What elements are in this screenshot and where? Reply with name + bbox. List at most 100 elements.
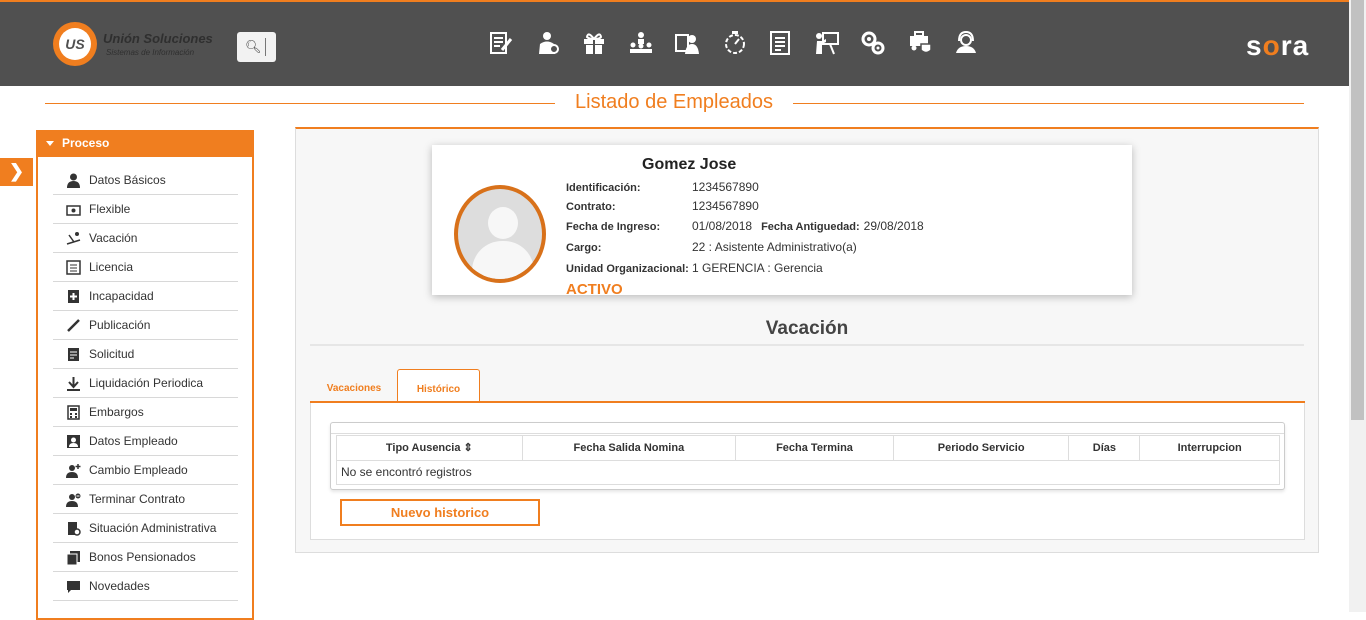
sidebar-item-flexible[interactable]: Flexible: [53, 195, 238, 224]
column-header-interrupcion[interactable]: Interrupcion: [1140, 436, 1279, 460]
table-header-row: Tipo Ausencia ⇕ Fecha Salida Nomina Fech…: [336, 435, 1280, 461]
brand-text-right: ra: [1280, 30, 1310, 61]
ambulance-shield-icon[interactable]: [907, 30, 933, 56]
pen-icon: [67, 319, 80, 332]
search-icon: 🔍︎: [245, 39, 262, 54]
presentation-icon[interactable]: [814, 30, 840, 56]
top-bar: US Unión Soluciones Sistemas de Informac…: [0, 0, 1349, 86]
download-icon: [67, 377, 80, 391]
logo-name: Unión Soluciones: [103, 31, 213, 46]
column-header-fecha-termina[interactable]: Fecha Termina: [736, 436, 894, 460]
sidebar-item-incapacidad[interactable]: Incapacidad: [53, 282, 238, 311]
cargo-value: 22 : Asistente Administrativo(a): [692, 240, 857, 254]
report-list-icon[interactable]: [767, 30, 793, 56]
sidebar-item-label: Situación Administrativa: [89, 521, 217, 535]
avatar-body: [472, 241, 534, 279]
sidebar-item-embargos[interactable]: Embargos: [53, 398, 238, 427]
new-historico-button[interactable]: Nuevo historico: [340, 499, 540, 526]
table-empty-message: No se encontró registros: [336, 461, 1280, 485]
column-header-tipo-ausencia[interactable]: Tipo Ausencia ⇕: [337, 436, 523, 460]
page-title: Listado de Empleados: [555, 91, 793, 114]
sidebar-item-label: Datos Básicos: [89, 173, 166, 187]
list-icon: [66, 260, 81, 275]
id-card-person-icon[interactable]: [674, 30, 700, 56]
logo-mark: US: [53, 22, 97, 66]
info-contrato: Contrato: 1234567890: [566, 199, 759, 213]
contact-icon: [67, 435, 80, 448]
sidebar-item-solicitud[interactable]: Solicitud: [53, 340, 238, 369]
contrato-value: 1234567890: [692, 199, 759, 213]
org-hierarchy-icon[interactable]: [628, 30, 654, 56]
process-sidebar: Proceso Datos Básicos Flexible Vacación …: [36, 130, 254, 620]
sidebar-item-situacion-administrativa[interactable]: Situación Administrativa: [53, 514, 238, 543]
antiguedad-value: 29/08/2018: [863, 219, 924, 233]
unidad-value: 1 GERENCIA : Gerencia: [692, 261, 823, 275]
gift-icon[interactable]: [581, 30, 607, 56]
sidebar-header-label: Proceso: [62, 136, 110, 150]
stopwatch-icon[interactable]: [721, 30, 747, 56]
sidebar-header[interactable]: Proceso: [36, 130, 254, 157]
historico-panel: Tipo Ausencia ⇕ Fecha Salida Nomina Fech…: [310, 403, 1305, 540]
search-button[interactable]: 🔍︎: [237, 32, 276, 62]
section-divider: [310, 344, 1304, 346]
sidebar-item-publicacion[interactable]: Publicación: [53, 311, 238, 340]
sidebar-item-label: Publicación: [89, 318, 151, 332]
sidebar-item-datos-empleado[interactable]: Datos Empleado: [53, 427, 238, 456]
column-header-periodo-servicio[interactable]: Periodo Servicio: [894, 436, 1070, 460]
document-gear-icon: [68, 522, 81, 536]
sora-brand-logo[interactable]: sora: [1246, 30, 1309, 62]
company-logo[interactable]: US Unión Soluciones Sistemas de Informac…: [53, 22, 223, 68]
sidebar-item-label: Liquidación Periodica: [89, 376, 204, 390]
sidebar-item-bonos-pensionados[interactable]: Bonos Pensionados: [53, 543, 238, 572]
title-divider-right: [793, 103, 1304, 104]
tab-vacaciones[interactable]: Vacaciones: [320, 369, 388, 403]
sort-icon[interactable]: ⇕: [464, 442, 473, 454]
user-support-icon[interactable]: [953, 30, 979, 56]
info-identificacion: Identificación: 1234567890: [566, 180, 759, 194]
info-unidad: Unidad Organizacional: 1 GERENCIA : Geren…: [566, 261, 823, 275]
user-remove-icon: [66, 493, 81, 507]
section-title: Vacación: [765, 318, 849, 339]
brand-text-accent: o: [1262, 30, 1281, 61]
chevron-right-icon: ❯: [9, 161, 25, 181]
contrato-label: Contrato:: [566, 201, 616, 213]
historico-table: Tipo Ausencia ⇕ Fecha Salida Nomina Fech…: [330, 422, 1285, 490]
module-nav: [488, 30, 1000, 60]
sidebar-item-label: Solicitud: [89, 347, 135, 361]
gears-icon[interactable]: [860, 30, 886, 56]
person-money-icon[interactable]: [535, 30, 561, 56]
page-scrollbar[interactable]: [1349, 0, 1366, 612]
sidebar-item-label: Bonos Pensionados: [89, 550, 196, 564]
column-header-dias[interactable]: Días: [1069, 436, 1141, 460]
sidebar-item-novedades[interactable]: Novedades: [53, 572, 238, 601]
tab-historico[interactable]: Histórico: [397, 369, 480, 403]
unidad-label: Unidad Organizacional:: [566, 263, 689, 275]
form-icon: [68, 348, 79, 361]
user-add-icon: [66, 464, 81, 478]
sidebar-item-licencia[interactable]: Licencia: [53, 253, 238, 282]
copy-icon: [66, 551, 80, 565]
logo-mark-text: US: [59, 28, 91, 60]
brand-text-left: s: [1246, 30, 1263, 61]
identificacion-value: 1234567890: [692, 180, 759, 194]
calculator-icon: [67, 405, 80, 420]
sidebar-item-label: Flexible: [89, 202, 131, 216]
sidebar-item-cambio-empleado[interactable]: Cambio Empleado: [53, 456, 238, 485]
logo-subtitle: Sistemas de Información: [106, 48, 195, 57]
medical-book-icon: [68, 290, 79, 303]
sidebar-item-liquidacion-periodica[interactable]: Liquidación Periodica: [53, 369, 238, 398]
sidebar-item-vacacion[interactable]: Vacación: [53, 224, 238, 253]
employee-name: Gomez Jose: [642, 156, 737, 173]
sidebar-item-datos-basicos[interactable]: Datos Básicos: [53, 166, 238, 195]
ingreso-value: 01/08/2018: [692, 219, 753, 233]
edit-document-icon[interactable]: [488, 30, 514, 56]
table-toolbar: [331, 423, 1284, 434]
scrollbar-thumb[interactable]: [1351, 0, 1364, 420]
sidebar-item-terminar-contrato[interactable]: Terminar Contrato: [53, 485, 238, 514]
sidebar-toggle-button[interactable]: ❯: [0, 158, 33, 186]
money-icon: [66, 205, 81, 216]
chat-icon: [67, 581, 80, 593]
employee-card: Gomez Jose Identificación: 1234567890 Con…: [432, 145, 1132, 298]
info-fechas: Fecha de Ingreso: 01/08/2018 Fecha Antigue…: [566, 219, 924, 233]
column-header-fecha-salida[interactable]: Fecha Salida Nomina: [523, 436, 737, 460]
